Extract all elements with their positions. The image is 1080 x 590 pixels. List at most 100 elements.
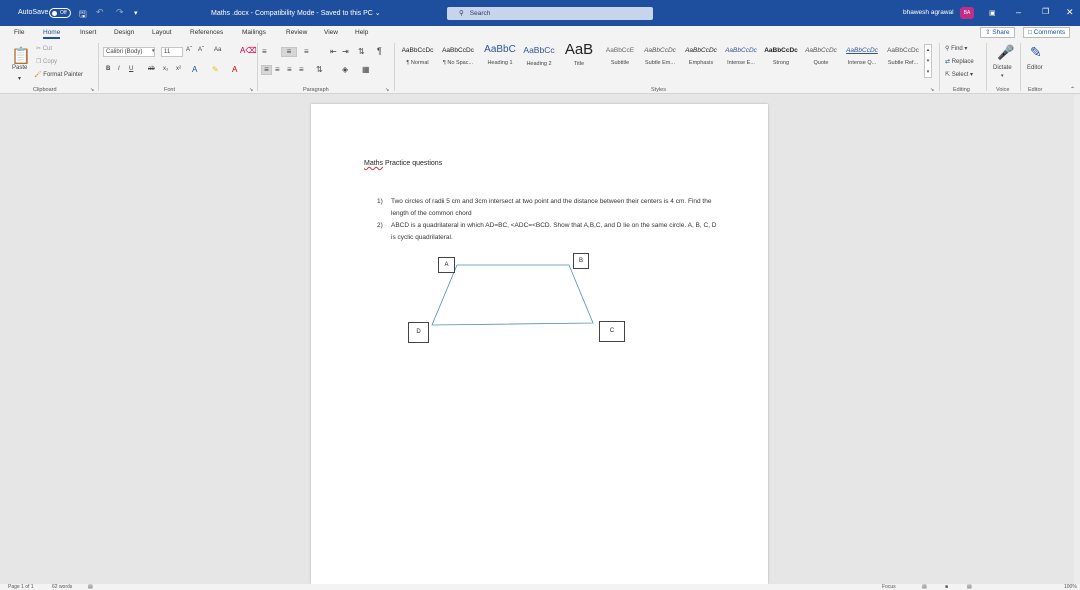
- paste-dropdown-icon[interactable]: ▾: [18, 75, 21, 82]
- save-icon[interactable]: 🖫: [79, 7, 87, 23]
- change-case-button[interactable]: Aa: [214, 47, 221, 53]
- font-size-select[interactable]: 11: [161, 47, 183, 57]
- replace-button[interactable]: ⇄ Replace: [945, 58, 974, 65]
- style-title[interactable]: AaB Title: [560, 41, 598, 81]
- clear-formatting-icon[interactable]: A⌫: [240, 46, 257, 55]
- customize-qat-icon[interactable]: ▾: [134, 9, 138, 17]
- ribbon-display-icon[interactable]: ▣: [989, 9, 996, 17]
- shrink-font-icon[interactable]: Aˇ: [198, 47, 204, 53]
- multilevel-list-icon[interactable]: ≡: [304, 47, 309, 56]
- microphone-icon[interactable]: 🎤: [997, 44, 1014, 61]
- strikethrough-icon[interactable]: ab: [148, 66, 155, 72]
- editor-button[interactable]: Editor: [1027, 65, 1043, 71]
- select-button[interactable]: ⇱ Select ▾: [945, 71, 973, 78]
- tab-view[interactable]: View: [324, 29, 338, 36]
- dictate-button[interactable]: Dictate: [993, 65, 1012, 71]
- underline-icon[interactable]: U: [129, 66, 133, 72]
- tab-review[interactable]: Review: [286, 29, 307, 36]
- style-subtle-reference[interactable]: AaBbCcDc Subtle Ref...: [883, 47, 923, 87]
- tab-mailings[interactable]: Mailings: [242, 29, 266, 36]
- style-no-spacing[interactable]: AaBbCcDc ¶ No Spac...: [438, 47, 478, 87]
- style-intense-emphasis[interactable]: AaBbCcDc Intense E...: [722, 47, 760, 87]
- share-button[interactable]: ⇧ Share: [980, 27, 1015, 38]
- undo-icon[interactable]: ↶: [96, 7, 104, 18]
- styles-scroll-buttons[interactable]: ▴ ▾ ▾: [924, 44, 932, 78]
- style-emphasis[interactable]: AaBbCcDc Emphasis: [682, 47, 720, 87]
- tab-home[interactable]: Home: [43, 29, 61, 39]
- comments-button[interactable]: □ Comments: [1023, 27, 1071, 38]
- autosave-toggle[interactable]: Off: [49, 8, 71, 18]
- style-heading-1[interactable]: AaBbC Heading 1: [480, 44, 520, 84]
- paragraph-launcher-icon[interactable]: ↘: [385, 87, 389, 93]
- editor-icon[interactable]: ✎: [1030, 44, 1042, 61]
- cut-button[interactable]: ✂ Cut: [36, 45, 52, 52]
- font-name-dropdown-icon[interactable]: ▾: [152, 48, 155, 54]
- focus-button[interactable]: Focus: [882, 584, 896, 590]
- avatar[interactable]: BA: [960, 7, 974, 19]
- vertex-label-c[interactable]: C: [599, 321, 625, 342]
- redo-icon[interactable]: ↷: [116, 7, 124, 18]
- vertex-label-b[interactable]: B: [573, 253, 589, 269]
- show-formatting-icon[interactable]: ¶: [377, 46, 382, 56]
- search-box[interactable]: ⚲ Search: [447, 7, 653, 20]
- shading-icon[interactable]: ◈: [342, 65, 348, 74]
- font-color-icon[interactable]: A: [232, 65, 237, 74]
- tab-file[interactable]: File: [14, 29, 24, 36]
- increase-indent-icon[interactable]: ⇥: [342, 47, 349, 56]
- tab-help[interactable]: Help: [355, 29, 368, 36]
- zoom-level[interactable]: 100%: [1064, 584, 1077, 590]
- decrease-indent-icon[interactable]: ⇤: [330, 47, 337, 56]
- subscript-icon[interactable]: x₂: [163, 66, 168, 72]
- superscript-icon[interactable]: x²: [176, 66, 181, 72]
- grow-font-icon[interactable]: Aˆ: [186, 47, 192, 53]
- vertex-label-d[interactable]: D: [408, 322, 429, 343]
- vertical-scrollbar[interactable]: [1074, 95, 1080, 584]
- style-intense-quote[interactable]: AaBbCcDc Intense Q...: [842, 47, 882, 87]
- minimize-icon[interactable]: –: [1016, 7, 1021, 17]
- tab-insert[interactable]: Insert: [80, 29, 96, 36]
- paste-label[interactable]: Paste: [12, 65, 27, 71]
- line-spacing-icon[interactable]: ⇅: [316, 65, 323, 74]
- italic-icon[interactable]: I: [118, 66, 120, 72]
- styles-launcher-icon[interactable]: ↘: [930, 87, 934, 93]
- web-layout-icon[interactable]: ▤: [967, 584, 972, 590]
- page-count[interactable]: Page 1 of 1: [8, 584, 34, 590]
- vertex-label-a[interactable]: A: [438, 257, 455, 273]
- borders-icon[interactable]: ▦: [362, 65, 370, 74]
- dictate-dropdown-icon[interactable]: ▾: [1001, 73, 1004, 79]
- justify-icon[interactable]: ≡: [299, 65, 304, 74]
- align-center-icon[interactable]: ≡: [275, 65, 280, 74]
- find-button[interactable]: ⚲ Find ▾: [945, 45, 967, 52]
- sort-icon[interactable]: ⇅: [358, 47, 365, 56]
- restore-icon[interactable]: ❐: [1042, 7, 1049, 16]
- user-name[interactable]: bhawesh agrawal: [903, 9, 954, 16]
- tab-references[interactable]: References: [190, 29, 223, 36]
- read-mode-icon[interactable]: ▤: [922, 584, 927, 590]
- bullets-icon[interactable]: ≡: [262, 47, 267, 56]
- clipboard-launcher-icon[interactable]: ↘: [90, 87, 94, 93]
- text-effects-icon[interactable]: A: [192, 65, 197, 74]
- format-painter-button[interactable]: 🖌 Format Painter: [34, 71, 83, 78]
- bold-icon[interactable]: B: [106, 66, 110, 72]
- style-subtitle[interactable]: AaBbCcE Subtitle: [601, 47, 639, 87]
- align-left-icon[interactable]: ≡: [261, 65, 272, 75]
- copy-button[interactable]: ❐ Copy: [36, 58, 57, 65]
- collapse-ribbon-icon[interactable]: ⌃: [1070, 86, 1075, 93]
- proofing-icon[interactable]: ▤: [88, 584, 93, 590]
- quadrilateral-figure[interactable]: [311, 104, 768, 404]
- align-right-icon[interactable]: ≡: [287, 65, 292, 74]
- document-page[interactable]: Maths Practice questions 1) Two circles …: [311, 104, 768, 584]
- document-title[interactable]: Maths .docx - Compatibility Mode - Saved…: [211, 9, 381, 17]
- close-icon[interactable]: ✕: [1066, 7, 1074, 18]
- style-strong[interactable]: AaBbCcDc Strong: [762, 47, 800, 87]
- font-name-select[interactable]: Calibri (Body): [103, 47, 155, 57]
- tab-design[interactable]: Design: [114, 29, 134, 36]
- numbering-icon[interactable]: ≡: [281, 47, 297, 57]
- style-normal[interactable]: AaBbCcDc ¶ Normal: [399, 47, 436, 87]
- style-subtle-emphasis[interactable]: AaBbCcDc Subtle Em...: [641, 47, 679, 87]
- tab-layout[interactable]: Layout: [152, 29, 172, 36]
- print-layout-icon[interactable]: ■: [945, 584, 948, 590]
- word-count[interactable]: 62 words: [52, 584, 72, 590]
- highlight-icon[interactable]: ✎: [212, 65, 219, 74]
- paste-icon[interactable]: 📋: [11, 46, 31, 66]
